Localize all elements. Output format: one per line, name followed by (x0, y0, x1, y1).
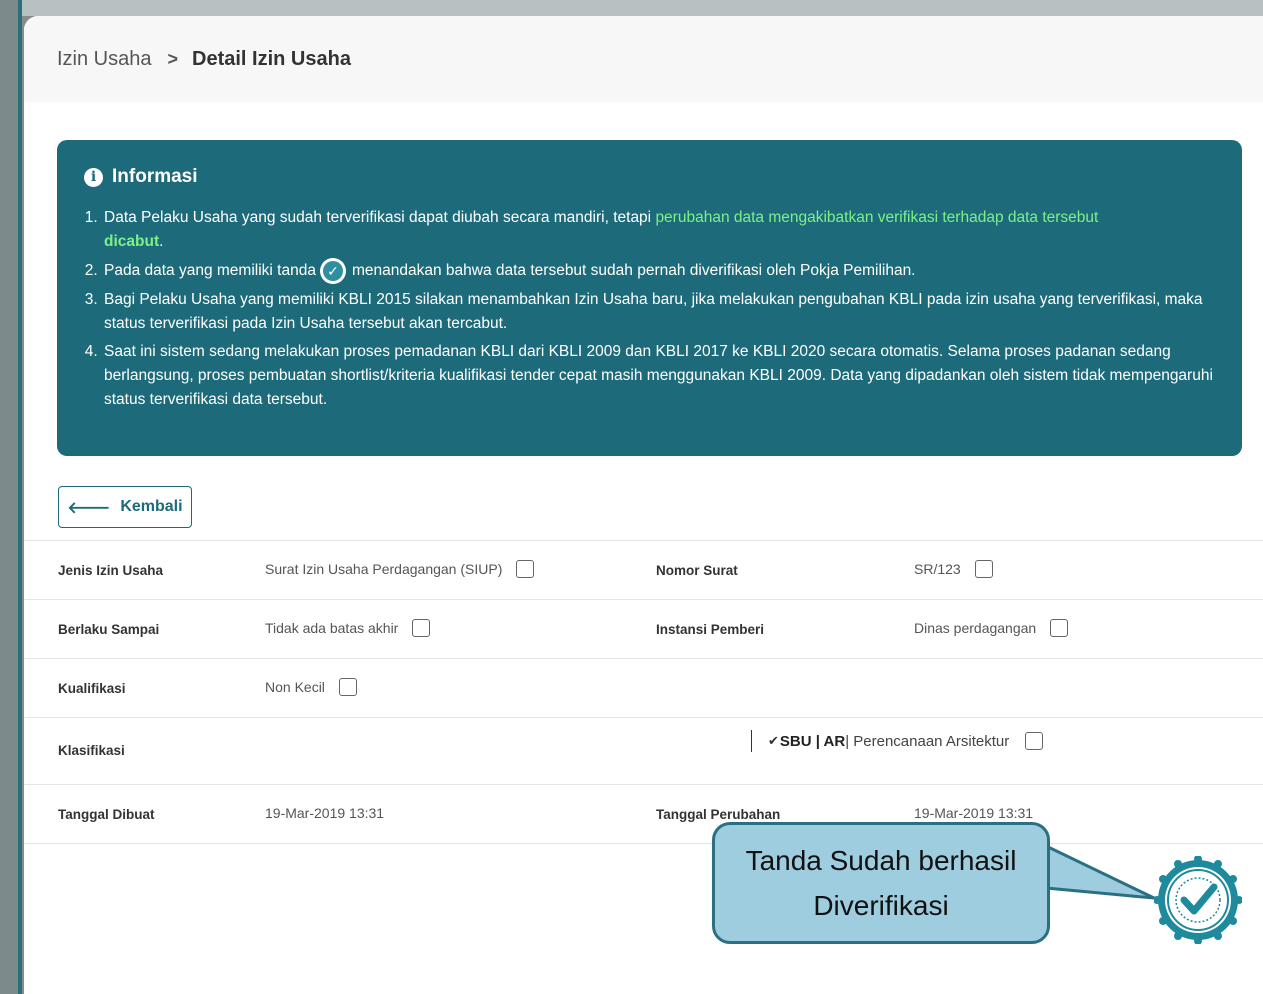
berlaku-text: Tidak ada batas akhir (265, 620, 399, 636)
info-item-2-text-post: menandakan bahwa data tersebut sudah per… (351, 262, 916, 280)
berlaku-value: Tidak ada batas akhir (265, 619, 431, 637)
breadcrumb-bar: Izin Usaha > Detail Izin Usaha (24, 16, 1263, 102)
back-button-label: Kembali (120, 498, 183, 515)
divider (751, 730, 752, 752)
info-item-2: Pada data yang memiliki tanda✓ menandakan… (102, 258, 1242, 284)
verified-seal-icon (1154, 856, 1242, 944)
info-title: i Informasi (84, 166, 198, 188)
kualifikasi-label: Kualifikasi (58, 681, 126, 696)
jenis-izin-text: Surat Izin Usaha Perdagangan (SIUP) (265, 561, 503, 577)
verified-check-icon: ✓ (319, 258, 346, 284)
breadcrumb-parent-link[interactable]: Izin Usaha (57, 48, 152, 71)
tanggal-perubahan-label: Tanggal Perubahan (656, 807, 781, 822)
table-row: Tanggal Dibuat 19-Mar-2019 13:31 Tanggal… (24, 784, 1263, 844)
tanggal-dibuat-value: 19-Mar-2019 13:31 (265, 805, 385, 821)
verify-checkbox[interactable] (412, 619, 431, 637)
klasifikasi-prefix: SBU | AR (779, 732, 846, 750)
klasifikasi-text: | Perencanaan Arsitektur (845, 732, 1010, 750)
verified-small-check-icon: ✔ (768, 733, 779, 748)
table-row: Jenis Izin Usaha Surat Izin Usaha Perdag… (24, 540, 1263, 599)
kualifikasi-text: Non Kecil (265, 679, 325, 695)
tanggal-perubahan-value: 19-Mar-2019 13:31 (914, 805, 1034, 821)
verify-checkbox[interactable] (974, 560, 993, 578)
jenis-izin-value: Surat Izin Usaha Perdagangan (SIUP) (265, 560, 535, 578)
detail-table: Jenis Izin Usaha Surat Izin Usaha Perdag… (24, 540, 1263, 844)
berlaku-label: Berlaku Sampai (58, 622, 160, 637)
info-list: Data Pelaku Usaha yang sudah terverifika… (84, 206, 1242, 416)
table-row: Berlaku Sampai Tidak ada batas akhir Ins… (24, 599, 1263, 658)
verify-checkbox[interactable] (516, 560, 535, 578)
window-left-edge (0, 0, 22, 994)
arrow-left-icon: 🡐 (67, 499, 111, 517)
klasifikasi-label: Klasifikasi (58, 743, 125, 758)
info-title-text: Informasi (112, 166, 198, 187)
callout-line-2: Diverifikasi (813, 890, 949, 921)
info-circle-icon: i (84, 167, 103, 187)
verify-checkbox[interactable] (1050, 619, 1069, 637)
table-row: Kualifikasi Non Kecil (24, 658, 1263, 717)
breadcrumb: Izin Usaha > Detail Izin Usaha (57, 48, 351, 71)
verify-checkbox[interactable] (338, 678, 357, 696)
nomor-surat-text: SR/123 (914, 561, 961, 577)
instansi-text: Dinas perdagangan (914, 620, 1037, 636)
info-item-1-highlight: perubahan data mengakibatkan verifikasi … (655, 209, 1099, 226)
info-item-4: Saat ini sistem sedang melakukan proses … (102, 340, 1242, 412)
window-top-edge (0, 0, 1263, 16)
info-item-2-text-pre: Pada data yang memiliki tanda (104, 262, 316, 280)
instansi-label: Instansi Pemberi (656, 622, 765, 637)
kualifikasi-value: Non Kecil (265, 678, 357, 696)
klasifikasi-value: ✔ SBU | AR | Perencanaan Arsitektur (751, 730, 1044, 752)
info-panel: i Informasi Data Pelaku Usaha yang sudah… (57, 140, 1242, 456)
info-item-1-end: . (159, 233, 164, 250)
annotation-callout: Tanda Sudah berhasil Diverifikasi (712, 822, 1050, 944)
jenis-izin-label: Jenis Izin Usaha (58, 563, 164, 578)
breadcrumb-separator: > (167, 48, 179, 69)
tanggal-dibuat-label: Tanggal Dibuat (58, 807, 155, 822)
breadcrumb-current: Detail Izin Usaha (192, 47, 351, 70)
info-item-3: Bagi Pelaku Usaha yang memiliki KBLI 201… (102, 288, 1242, 336)
back-button[interactable]: 🡐 Kembali (58, 486, 192, 528)
nomor-surat-label: Nomor Surat (656, 563, 738, 578)
info-item-1: Data Pelaku Usaha yang sudah terverifika… (102, 206, 1242, 254)
info-item-1-bold: dicabut (104, 233, 160, 250)
verify-checkbox[interactable] (1025, 732, 1044, 750)
callout-line-1: Tanda Sudah berhasil (745, 845, 1017, 876)
info-item-1-text: Data Pelaku Usaha yang sudah terverifika… (104, 209, 656, 226)
instansi-value: Dinas perdagangan (914, 619, 1069, 637)
table-row: Klasifikasi ✔ SBU | AR | Perencanaan Ars… (24, 717, 1263, 784)
callout-pointer (1046, 844, 1156, 900)
nomor-surat-value: SR/123 (914, 560, 993, 578)
